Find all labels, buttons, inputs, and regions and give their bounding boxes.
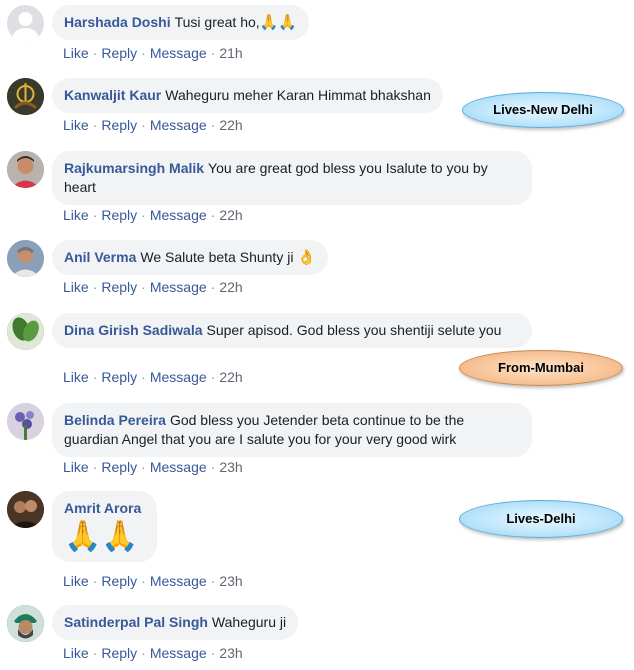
message-link[interactable]: Message [150,573,207,589]
separator: · [141,459,146,475]
message-link[interactable]: Message [150,207,207,223]
location-tag: Lives-New Delhi [462,92,624,128]
separator: · [141,369,146,385]
separator: · [92,45,98,61]
default-avatar-icon[interactable] [7,5,44,42]
comment-text: Super apisod. God bless you shentiji sel… [206,322,502,338]
comment-time[interactable]: 22h [219,117,242,133]
comment-actions: Like · Reply · Message · 22h [63,117,243,133]
man-avatar[interactable] [7,151,44,188]
like-link[interactable]: Like [63,369,89,385]
separator: · [92,369,98,385]
comment-time[interactable]: 23h [219,573,242,589]
reply-link[interactable]: Reply [101,117,137,133]
comment-bubble: Dina Girish Sadiwala Super apisod. God bl… [52,313,532,348]
comment-author[interactable]: Belinda Pereira [64,412,166,428]
flowers-avatar[interactable] [7,403,44,440]
comment-author[interactable]: Kanwaljit Kaur [64,87,161,103]
separator: · [210,573,216,589]
comment-actions: Like · Reply · Message · 22h [63,279,243,295]
comment-bubble: Kanwaljit Kaur Waheguru meher Karan Himma… [52,78,443,113]
comment-text: Waheguru ji [211,614,287,630]
separator: · [92,573,98,589]
message-link[interactable]: Message [150,369,207,385]
like-link[interactable]: Like [63,117,89,133]
comment-actions: Like · Reply · Message · 23h [63,645,243,661]
separator: · [141,207,146,223]
comment-actions: Like · Reply · Message · 23h [63,573,243,589]
comment-actions: Like · Reply · Message · 22h [63,207,243,223]
separator: · [210,279,216,295]
separator: · [210,459,216,475]
khanda-avatar[interactable] [7,78,44,115]
comment-author[interactable]: Amrit Arora [64,500,141,516]
comment-bubble: Rajkumarsingh Malik You are great god ble… [52,151,532,205]
separator: · [141,279,146,295]
pray-emoji-icon: 🙏🙏 [259,14,298,31]
separator: · [141,45,146,61]
comment-bubble: Harshada Doshi Tusi great ho,🙏🙏 [52,5,310,40]
comment-author[interactable]: Dina Girish Sadiwala [64,322,203,338]
comment-time[interactable]: 22h [219,369,242,385]
separator: · [210,117,216,133]
separator: · [92,117,98,133]
plant-avatar[interactable] [7,313,44,350]
comment-actions: Like · Reply · Message · 23h [63,459,243,475]
like-link[interactable]: Like [63,45,89,61]
like-link[interactable]: Like [63,573,89,589]
separator: · [141,117,146,133]
comment-bubble: Amrit Arora 🙏🙏 [52,491,158,562]
pray-emoji-icon: 🙏🙏 [64,520,139,553]
message-link[interactable]: Message [150,459,207,475]
comment-text: Tusi great ho, [174,14,260,30]
comment-author[interactable]: Satinderpal Pal Singh [64,614,208,630]
reply-link[interactable]: Reply [101,369,137,385]
separator: · [210,645,216,661]
comment-author[interactable]: Rajkumarsingh Malik [64,160,204,176]
separator: · [210,369,216,385]
comment-time[interactable]: 21h [219,45,242,61]
location-tag: Lives-Delhi [459,500,623,538]
comment-time[interactable]: 23h [219,645,242,661]
couple-avatar[interactable] [7,491,44,528]
comment-author[interactable]: Harshada Doshi [64,14,171,30]
reply-link[interactable]: Reply [101,573,137,589]
like-link[interactable]: Like [63,279,89,295]
separator: · [92,459,98,475]
separator: · [92,279,98,295]
turban-avatar[interactable] [7,605,44,642]
comment-bubble: Satinderpal Pal Singh Waheguru ji [52,605,299,640]
comment-author[interactable]: Anil Verma [64,249,136,265]
comment-text: Waheguru meher Karan Himmat bhakshan [165,87,431,103]
message-link[interactable]: Message [150,645,207,661]
comment-bubble: Belinda Pereira God bless you Jetender be… [52,403,532,457]
comment-time[interactable]: 22h [219,279,242,295]
message-link[interactable]: Message [150,279,207,295]
separator: · [92,645,98,661]
comment-bubble: Anil Verma We Salute beta Shunty ji 👌 [52,240,329,275]
reply-link[interactable]: Reply [101,45,137,61]
location-tag: From-Mumbai [459,350,623,386]
ok-hand-emoji-icon: 👌 [297,249,317,266]
reply-link[interactable]: Reply [101,645,137,661]
message-link[interactable]: Message [150,117,207,133]
comment-actions: Like · Reply · Message · 21h [63,45,243,61]
man-avatar[interactable] [7,240,44,277]
comment-text: We Salute beta Shunty ji [140,249,294,265]
separator: · [210,207,216,223]
separator: · [92,207,98,223]
like-link[interactable]: Like [63,459,89,475]
like-link[interactable]: Like [63,207,89,223]
reply-link[interactable]: Reply [101,459,137,475]
separator: · [141,573,146,589]
reply-link[interactable]: Reply [101,207,137,223]
comment-time[interactable]: 22h [219,207,242,223]
reply-link[interactable]: Reply [101,279,137,295]
comment-actions: Like · Reply · Message · 22h [63,369,243,385]
separator: · [141,645,146,661]
separator: · [210,45,216,61]
comment-time[interactable]: 23h [219,459,242,475]
message-link[interactable]: Message [150,45,207,61]
like-link[interactable]: Like [63,645,89,661]
